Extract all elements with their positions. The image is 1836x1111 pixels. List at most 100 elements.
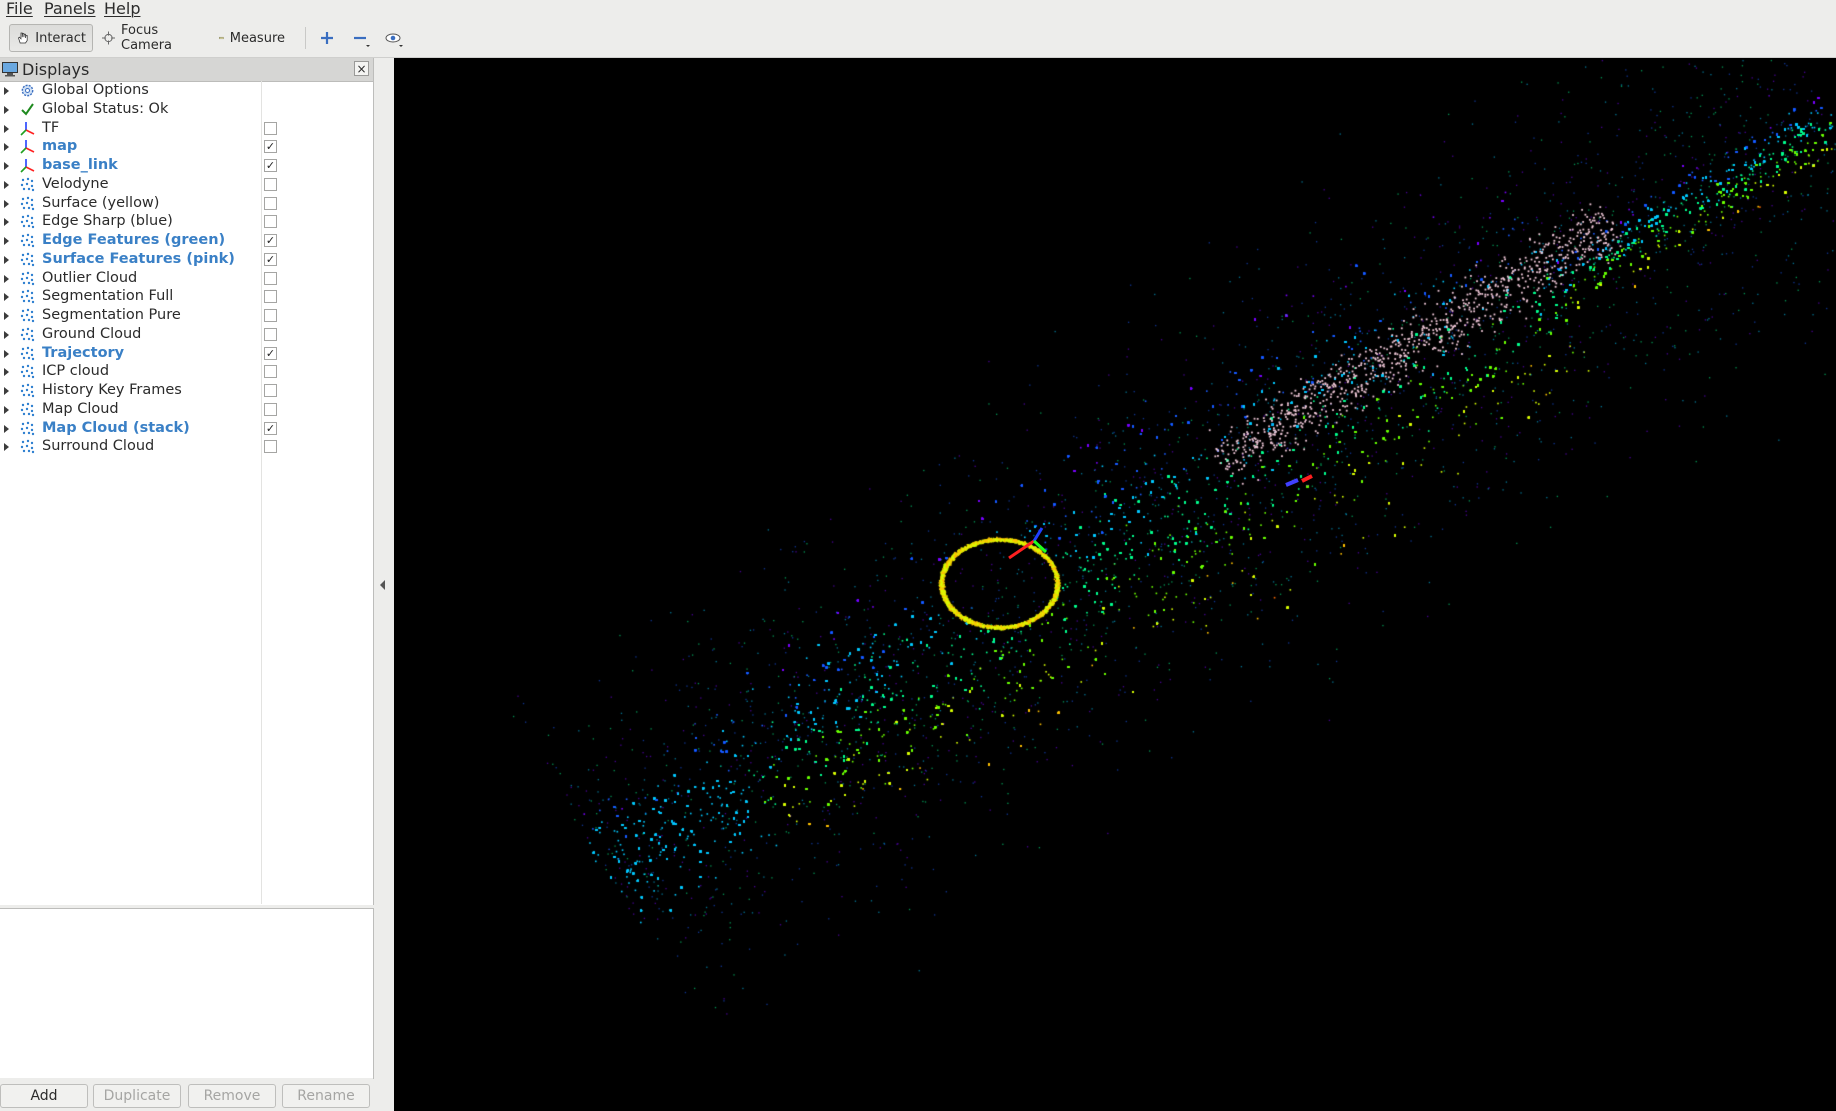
eye-icon[interactable] — [383, 28, 403, 48]
remove-button[interactable]: Remove — [188, 1084, 276, 1108]
expand-arrow-icon[interactable] — [4, 162, 9, 170]
panel-splitter[interactable] — [374, 58, 394, 1111]
pointcloud-icon — [20, 196, 35, 210]
3d-viewport[interactable] — [394, 58, 1836, 1111]
display-item-map[interactable]: map ✓ — [0, 137, 373, 156]
expand-arrow-icon[interactable] — [4, 180, 9, 189]
display-item-surface-features-pink[interactable]: Surface Features (pink) ✓ — [0, 250, 373, 269]
expand-arrow-icon[interactable] — [4, 293, 9, 302]
menu-panels[interactable]: Panels — [44, 0, 96, 18]
display-item-ground-cloud[interactable]: Ground Cloud — [0, 325, 373, 344]
display-item-outlier-cloud[interactable]: Outlier Cloud — [0, 269, 373, 288]
display-item-label: base_link — [42, 157, 118, 173]
expand-arrow-icon[interactable] — [4, 349, 9, 358]
robot-frame-axes — [1008, 474, 1313, 560]
display-item-segmentation-pure[interactable]: Segmentation Pure — [0, 306, 373, 325]
expand-arrow-icon[interactable] — [4, 87, 9, 95]
expand-arrow-icon[interactable] — [4, 443, 9, 452]
display-item-surface-yellow[interactable]: Surface (yellow) — [0, 194, 373, 213]
crosshair-icon — [102, 31, 115, 45]
display-item-global-options[interactable]: Global Options — [0, 81, 373, 100]
expand-arrow-icon[interactable] — [4, 218, 9, 227]
expand-arrow-icon[interactable] — [4, 368, 9, 377]
enable-checkbox[interactable]: ✓ — [264, 140, 277, 154]
trajectory-marker — [1285, 478, 1299, 487]
pointcloud-icon — [20, 421, 35, 435]
enable-checkbox[interactable] — [264, 215, 277, 229]
enable-checkbox[interactable] — [264, 365, 277, 379]
enable-checkbox[interactable] — [264, 402, 277, 416]
display-item-map-cloud-stack[interactable]: Map Cloud (stack) ✓ — [0, 419, 373, 438]
enable-checkbox[interactable] — [264, 440, 277, 454]
pointcloud-icon — [20, 233, 35, 248]
properties-panel — [0, 908, 374, 1079]
display-item-history-key-frames[interactable]: History Key Frames — [0, 381, 373, 400]
expand-arrow-icon[interactable] — [4, 143, 9, 152]
display-item-velodyne[interactable]: Velodyne — [0, 175, 373, 194]
expand-arrow-icon[interactable] — [4, 199, 9, 208]
display-item-global-status-ok[interactable]: Global Status: Ok — [0, 100, 373, 119]
display-item-trajectory[interactable]: Trajectory ✓ — [0, 344, 373, 363]
enable-checkbox[interactable] — [264, 384, 277, 397]
enable-checkbox[interactable] — [264, 177, 277, 191]
expand-arrow-icon[interactable] — [4, 255, 9, 264]
display-item-label: Outlier Cloud — [42, 269, 138, 286]
display-item-label: Surround Cloud — [42, 438, 155, 455]
expand-arrow-icon[interactable] — [4, 387, 9, 395]
add-button[interactable]: Add — [0, 1084, 88, 1108]
axes-icon — [20, 140, 35, 154]
focus-camera-label: Focus Camera — [121, 23, 173, 53]
pointcloud-icon — [20, 440, 35, 454]
measure-tool-button[interactable]: Measure — [213, 24, 291, 52]
display-item-label: Velodyne — [42, 175, 109, 192]
measure-label: Measure — [229, 30, 285, 46]
x-axis-marker — [1008, 539, 1035, 560]
enable-checkbox[interactable] — [264, 309, 277, 322]
expand-arrow-icon[interactable] — [4, 330, 9, 339]
enable-checkbox[interactable]: ✓ — [264, 252, 277, 266]
display-item-edge-sharp-blue[interactable]: Edge Sharp (blue) — [0, 212, 373, 231]
collapse-arrow-icon[interactable] — [380, 580, 385, 590]
enable-checkbox[interactable] — [264, 327, 277, 341]
column-divider — [261, 81, 262, 904]
enable-checkbox[interactable]: ✓ — [264, 346, 277, 360]
enable-checkbox[interactable] — [264, 290, 277, 304]
expand-arrow-icon[interactable] — [4, 124, 9, 133]
plus-icon[interactable] — [317, 28, 337, 48]
focus-camera-tool-button[interactable]: Focus Camera — [96, 23, 202, 53]
minus-icon[interactable] — [350, 28, 370, 48]
close-icon[interactable]: × — [354, 61, 369, 76]
display-item-edge-features-green[interactable]: Edge Features (green) ✓ — [0, 231, 373, 250]
duplicate-button[interactable]: Duplicate — [93, 1084, 181, 1108]
menu-help[interactable]: Help — [104, 0, 140, 18]
display-item-icp-cloud[interactable]: ICP cloud — [0, 362, 373, 381]
expand-arrow-icon[interactable] — [4, 424, 9, 433]
expand-arrow-icon[interactable] — [4, 405, 9, 414]
enable-checkbox[interactable] — [264, 121, 277, 135]
pointcloud-icon — [20, 215, 35, 229]
enable-checkbox[interactable]: ✓ — [264, 421, 277, 435]
menu-file[interactable]: File — [6, 0, 33, 18]
displays-button-bar: Add Duplicate Remove Rename — [0, 1078, 373, 1111]
display-item-base-link[interactable]: base_link ✓ — [0, 156, 373, 175]
display-item-label: Trajectory — [42, 344, 125, 361]
enable-checkbox[interactable]: ✓ — [264, 234, 277, 247]
pointcloud-icon — [20, 383, 35, 398]
rename-button[interactable]: Rename — [282, 1084, 370, 1108]
expand-arrow-icon[interactable] — [4, 274, 9, 283]
enable-checkbox[interactable]: ✓ — [264, 159, 277, 172]
enable-checkbox[interactable] — [264, 271, 277, 285]
expand-arrow-icon[interactable] — [4, 237, 9, 245]
expand-arrow-icon[interactable] — [4, 312, 9, 320]
display-item-surround-cloud[interactable]: Surround Cloud — [0, 437, 373, 456]
display-item-tf[interactable]: TF — [0, 119, 373, 138]
display-item-map-cloud[interactable]: Map Cloud — [0, 400, 373, 419]
monitor-icon — [2, 62, 18, 77]
expand-arrow-icon[interactable] — [4, 105, 9, 114]
display-item-segmentation-full[interactable]: Segmentation Full — [0, 287, 373, 306]
interact-tool-button[interactable]: Interact — [9, 24, 93, 52]
display-item-label: Segmentation Pure — [42, 307, 181, 323]
display-item-label: Segmentation Full — [42, 288, 174, 305]
enable-checkbox[interactable] — [264, 196, 277, 210]
hand-icon — [18, 32, 28, 44]
